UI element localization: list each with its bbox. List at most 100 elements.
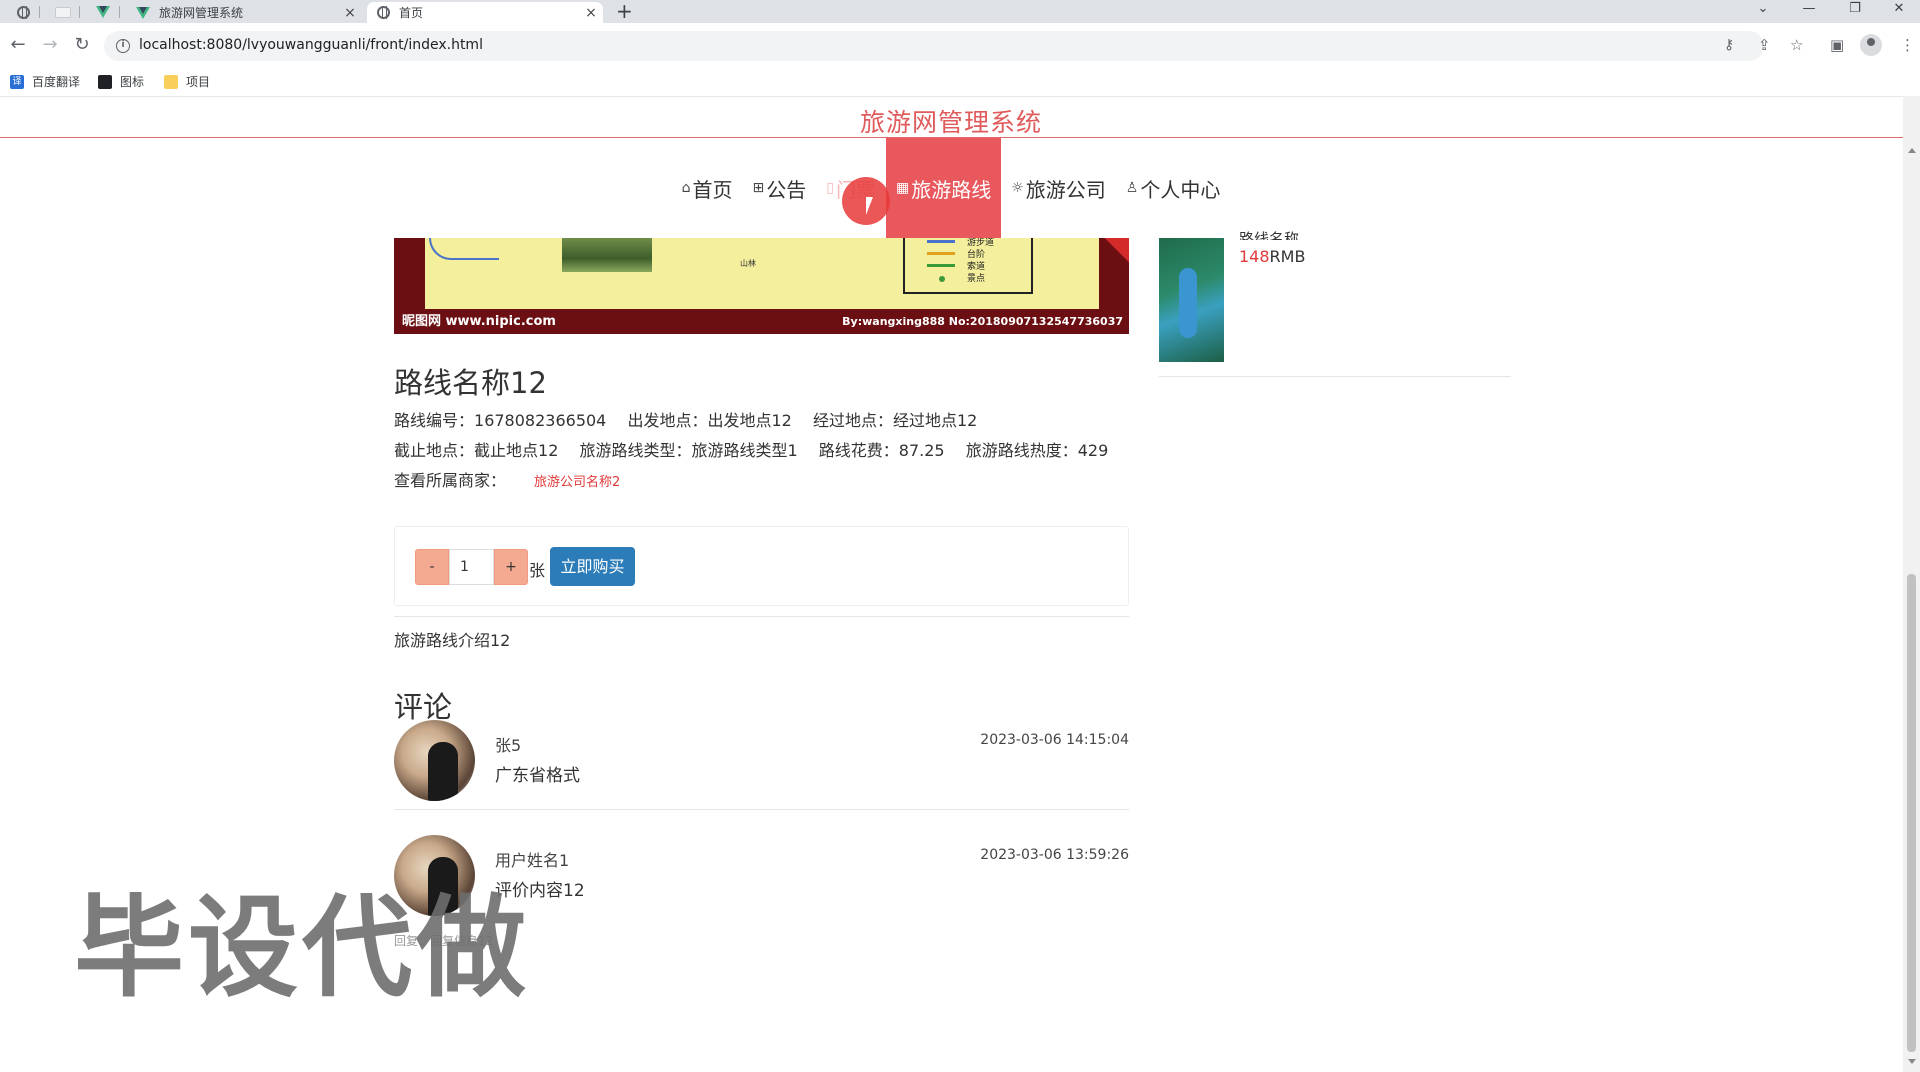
folder-icon — [164, 74, 178, 89]
scroll-down-icon[interactable] — [1908, 1059, 1916, 1064]
sidepanel-icon[interactable]: ▣ — [1830, 36, 1844, 54]
legend-swatch — [927, 264, 955, 267]
comment-content: 广东省格式 — [495, 766, 580, 786]
tab-search-button[interactable]: ⌄ — [1740, 0, 1786, 23]
meta-label: 路线编号： — [394, 411, 475, 430]
nav-home[interactable]: ⌂ 首页 — [672, 138, 743, 238]
avatar — [394, 720, 475, 801]
address-bar[interactable]: i localhost:8080/lvyouwangguanli/front/i… — [104, 31, 1764, 61]
map-legend: 游步道 台阶 索道 景点 — [903, 238, 1033, 294]
nav-label: 旅游公司 — [1025, 177, 1106, 202]
nav-personal-center[interactable]: ♙ 个人中心 — [1116, 138, 1231, 238]
meta-value: 429 — [1077, 441, 1109, 460]
pinned-tab[interactable] — [46, 2, 80, 22]
user-icon: ♙ — [1125, 180, 1139, 196]
minimize-button[interactable]: — — [1786, 0, 1832, 23]
bookmark-tubiao[interactable]: 图标 — [98, 73, 144, 90]
nav-label: 个人中心 — [1140, 177, 1221, 202]
share-icon[interactable]: ⇪ — [1758, 36, 1771, 54]
menu-icon[interactable]: ⋮ — [1900, 36, 1915, 54]
divider — [394, 809, 1129, 810]
nav-travel-routes[interactable]: ▦ 旅游路线 — [885, 138, 1002, 238]
meta-label: 旅游路线类型： — [579, 441, 692, 460]
close-icon[interactable]: × — [338, 5, 362, 21]
close-icon[interactable]: × — [579, 5, 603, 21]
globe-icon — [16, 5, 30, 19]
tab-admin[interactable]: 旅游网管理系统 × — [126, 2, 362, 23]
meta-label: 截止地点： — [394, 441, 475, 460]
recommended-route-image[interactable] — [1159, 238, 1224, 362]
purchase-box: - 1 + 张 立即购买 — [394, 526, 1129, 606]
watermark-text: 毕设代做 — [74, 884, 530, 1012]
recommended-route-card[interactable]: 路线名称 148RMB — [1159, 230, 1511, 377]
nav-label: 首页 — [692, 177, 733, 202]
comments-title: 评论 — [394, 690, 453, 724]
meta-label: 旅游路线热度： — [965, 441, 1078, 460]
route-meta-line-1: 路线编号：1678082366504 出发地点：出发地点12 经过地点：经过地点… — [394, 407, 993, 431]
tab-title: 首页 — [399, 6, 424, 20]
legend-swatch — [927, 252, 955, 255]
buy-now-button[interactable]: 立即购买 — [550, 547, 635, 586]
scroll-up-icon[interactable] — [1908, 148, 1916, 153]
route-intro: 旅游路线介绍12 — [394, 631, 511, 650]
meta-value: 旅游路线类型1 — [691, 441, 798, 460]
close-window-button[interactable]: ✕ — [1876, 0, 1920, 23]
quantity-increase-button[interactable]: + — [494, 549, 528, 585]
route-meta-line-2: 截止地点：截止地点12 旅游路线类型：旅游路线类型1 路线花费：87.25 旅游… — [394, 437, 1124, 461]
route-title: 路线名称12 — [394, 366, 547, 400]
comment-user: 用户姓名1 — [495, 851, 570, 870]
blank-page-icon — [55, 6, 71, 18]
legend-label: 索道 — [967, 262, 986, 272]
site-header: 旅游网管理系统 — [0, 96, 1920, 138]
divider — [1159, 376, 1511, 377]
reload-button[interactable]: ↻ — [70, 34, 94, 55]
bookmark-label: 图标 — [120, 75, 145, 89]
company-icon: ☼ — [1011, 180, 1024, 196]
pinned-tab[interactable] — [6, 2, 40, 22]
legend-label: 景点 — [967, 274, 986, 284]
route-merchant-line: 查看所属商家： 旅游公司名称2 — [394, 467, 620, 491]
scenery-photo — [562, 238, 652, 272]
banner-watermark-left: 昵图网 www.nipic.com — [402, 314, 556, 329]
map-area: 山林 游步道 台阶 索道 景点 — [425, 238, 1099, 309]
notice-icon: ⊞ — [752, 180, 765, 196]
legend-swatch — [927, 240, 955, 243]
meta-value: 出发地点12 — [707, 411, 792, 430]
meta-value: 经过地点12 — [892, 411, 978, 430]
url-text[interactable]: localhost:8080/lvyouwangguanli/front/ind… — [139, 37, 483, 53]
profile-icon[interactable] — [1860, 34, 1882, 56]
image-icon — [98, 74, 112, 89]
bookmark-xiangmu[interactable]: 项目 — [164, 73, 210, 90]
legend-label: 游步道 — [967, 238, 995, 248]
restore-button[interactable]: ❐ — [1832, 0, 1878, 23]
comment-time: 2023-03-06 14:15:04 — [980, 732, 1129, 748]
pinned-tab[interactable] — [86, 2, 120, 22]
browser-tab-bar: 旅游网管理系统 × 首页 × + ⌄ — ❐ ✕ — [0, 0, 1920, 23]
map-label: 山林 — [740, 259, 756, 268]
forward-button[interactable]: → — [38, 34, 62, 55]
route-icon: ▦ — [895, 180, 910, 196]
new-tab-button[interactable]: + — [616, 0, 633, 23]
banner-watermark-right: By:wangxing888 No:20180907132547736037 — [842, 315, 1123, 328]
vue-icon — [136, 6, 150, 19]
ticket-icon: ▯ — [826, 180, 834, 196]
quantity-unit: 张 — [529, 561, 546, 580]
back-button[interactable]: ← — [6, 34, 30, 55]
info-icon[interactable]: i — [116, 39, 130, 53]
globe-icon — [377, 6, 390, 19]
scrollbar-thumb[interactable] — [1907, 574, 1916, 1052]
quantity-input[interactable]: 1 — [449, 549, 494, 585]
nav-travel-company[interactable]: ☼ 旅游公司 — [1001, 138, 1116, 238]
meta-label: 经过地点： — [812, 411, 893, 430]
tab-home[interactable]: 首页 × — [367, 2, 603, 23]
comment-user: 张5 — [495, 736, 522, 755]
meta-value: 截止地点12 — [474, 441, 559, 460]
key-icon[interactable]: ⚷ — [1724, 37, 1734, 53]
nav-notice[interactable]: ⊞ 公告 — [743, 138, 817, 238]
merchant-link[interactable]: 旅游公司名称2 — [534, 475, 620, 490]
quantity-decrease-button[interactable]: - — [415, 549, 449, 585]
bookmark-label: 项目 — [186, 75, 211, 89]
star-icon[interactable]: ☆ — [1790, 36, 1803, 54]
meta-label: 出发地点： — [627, 411, 708, 430]
bookmark-fanyi[interactable]: 译 百度翻译 — [10, 73, 80, 90]
